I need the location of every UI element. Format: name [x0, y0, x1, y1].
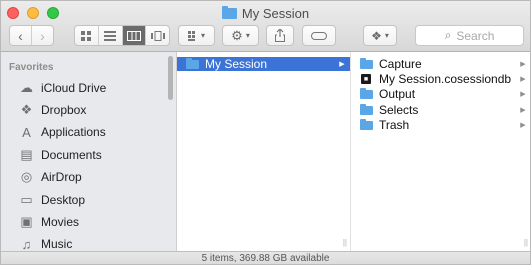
share-button[interactable] — [266, 25, 294, 46]
list-item[interactable]: ■ My Session.cosessiondb ▶ — [351, 72, 530, 86]
folder-icon — [359, 118, 373, 130]
folder-icon — [185, 57, 199, 69]
navigation-buttons: ‹ › — [9, 25, 54, 46]
column-view-icon — [126, 30, 141, 41]
action-button[interactable]: ⚙ ▾ — [222, 25, 259, 46]
sidebar-item-label: Documents — [41, 148, 102, 162]
tag-button[interactable] — [302, 25, 336, 46]
list-item[interactable]: Capture ▶ — [351, 57, 530, 71]
documents-icon: ▤ — [20, 147, 33, 162]
window-title-text: My Session — [241, 6, 310, 21]
disclosure-arrow-icon: ▶ — [520, 122, 526, 129]
sidebar-item-applications[interactable]: A Applications — [19, 121, 106, 143]
sidebar: Favorites ☁ iCloud Drive ❖ Dropbox A App… — [1, 52, 177, 251]
list-item[interactable]: Trash ▶ — [351, 118, 530, 132]
item-label: My Session.cosessiondb — [379, 72, 512, 86]
folder-icon — [359, 57, 373, 69]
airdrop-icon: ◎ — [20, 169, 33, 184]
icon-view-icon — [81, 30, 92, 41]
search-icon: ⌕ — [444, 28, 452, 42]
sidebar-item-dropbox[interactable]: ❖ Dropbox — [19, 99, 87, 121]
list-item[interactable]: My Session ▶ — [177, 57, 350, 71]
window-title: My Session — [1, 6, 530, 21]
dropbox-toolbar-button[interactable]: ❖ ▾ — [363, 25, 397, 46]
sidebar-item-label: Dropbox — [41, 103, 87, 117]
tag-icon — [311, 31, 327, 40]
music-icon: ♫ — [21, 236, 32, 252]
list-item[interactable]: Selects ▶ — [351, 103, 530, 117]
sidebar-item-movies[interactable]: ▣ Movies — [19, 211, 79, 233]
search-placeholder: Search — [456, 28, 495, 43]
list-view-icon — [104, 30, 117, 41]
sidebar-item-music[interactable]: ♫ Music — [19, 233, 73, 252]
folder-icon — [359, 87, 373, 99]
share-icon — [275, 29, 285, 42]
desktop-icon: ▭ — [20, 192, 33, 207]
sidebar-item-label: iCloud Drive — [41, 81, 107, 95]
folder-icon — [359, 103, 373, 115]
disclosure-arrow-icon: ▶ — [339, 61, 345, 68]
status-bar: 5 items, 369.88 GB available — [1, 251, 530, 264]
sidebar-item-desktop[interactable]: ▭ Desktop — [19, 189, 85, 211]
item-label: My Session — [205, 57, 268, 71]
list-item[interactable]: Output ▶ — [351, 87, 530, 101]
column-2: Capture ▶ ■ My Session.cosessiondb ▶ Out… — [351, 52, 530, 251]
chevron-down-icon: ▾ — [384, 31, 389, 40]
sidebar-item-label: AirDrop — [41, 170, 82, 184]
item-label: Capture — [379, 57, 422, 71]
chevron-down-icon: ▾ — [200, 31, 205, 40]
sidebar-heading: Favorites — [9, 62, 54, 73]
disclosure-arrow-icon: ▶ — [520, 107, 526, 114]
item-label: Selects — [379, 103, 419, 117]
search-field[interactable]: ⌕ Search — [415, 25, 524, 46]
disclosure-arrow-icon: ▶ — [520, 76, 526, 83]
chevron-down-icon: ▾ — [245, 31, 250, 40]
column-resize-handle[interactable]: || — [524, 238, 528, 247]
column-resize-handle[interactable]: || — [343, 238, 347, 247]
chevron-left-icon: ‹ — [18, 27, 23, 44]
sidebar-item-label: Applications — [41, 125, 106, 139]
list-view-button[interactable] — [99, 26, 123, 45]
sidebar-item-icloud-drive[interactable]: ☁ iCloud Drive — [19, 77, 106, 99]
session-file-icon: ■ — [361, 74, 371, 84]
view-mode-control — [74, 25, 170, 46]
sidebar-item-label: Music — [41, 237, 73, 251]
cover-flow-view-button[interactable] — [146, 26, 169, 45]
forward-button[interactable]: › — [32, 26, 53, 45]
item-label: Output — [379, 87, 416, 101]
column-view-button[interactable] — [122, 26, 147, 45]
title-bar: My Session ‹ › ▾ ⚙ ▾ ❖ ▾ ⌕ Search — [1, 1, 530, 52]
dropbox-icon: ❖ — [371, 28, 382, 43]
movies-icon: ▣ — [20, 214, 33, 229]
chevron-right-icon: › — [40, 27, 45, 44]
finder-window: My Session ‹ › ▾ ⚙ ▾ ❖ ▾ ⌕ Search Favori… — [0, 0, 531, 265]
toolbar: ‹ › ▾ ⚙ ▾ ❖ ▾ ⌕ Search — [1, 25, 530, 47]
sidebar-item-label: Desktop — [41, 193, 86, 207]
arrange-button[interactable]: ▾ — [178, 25, 215, 46]
disclosure-arrow-icon: ▶ — [520, 61, 526, 68]
cloud-icon: ☁ — [20, 80, 33, 95]
item-label: Trash — [379, 118, 410, 132]
sidebar-item-airdrop[interactable]: ◎ AirDrop — [19, 166, 82, 188]
column-1: My Session ▶ || — [177, 52, 351, 251]
applications-icon: A — [22, 124, 31, 140]
back-button[interactable]: ‹ — [10, 26, 32, 45]
folder-icon — [221, 6, 237, 19]
grid-icon — [187, 30, 195, 41]
cover-flow-icon — [150, 30, 165, 41]
icon-view-button[interactable] — [75, 26, 99, 45]
sidebar-scrollbar[interactable] — [168, 56, 173, 100]
sidebar-item-label: Movies — [41, 215, 80, 229]
dropbox-icon: ❖ — [20, 102, 33, 117]
sidebar-item-documents[interactable]: ▤ Documents — [19, 144, 102, 166]
gear-icon: ⚙ — [231, 27, 243, 43]
disclosure-arrow-icon: ▶ — [520, 91, 526, 98]
